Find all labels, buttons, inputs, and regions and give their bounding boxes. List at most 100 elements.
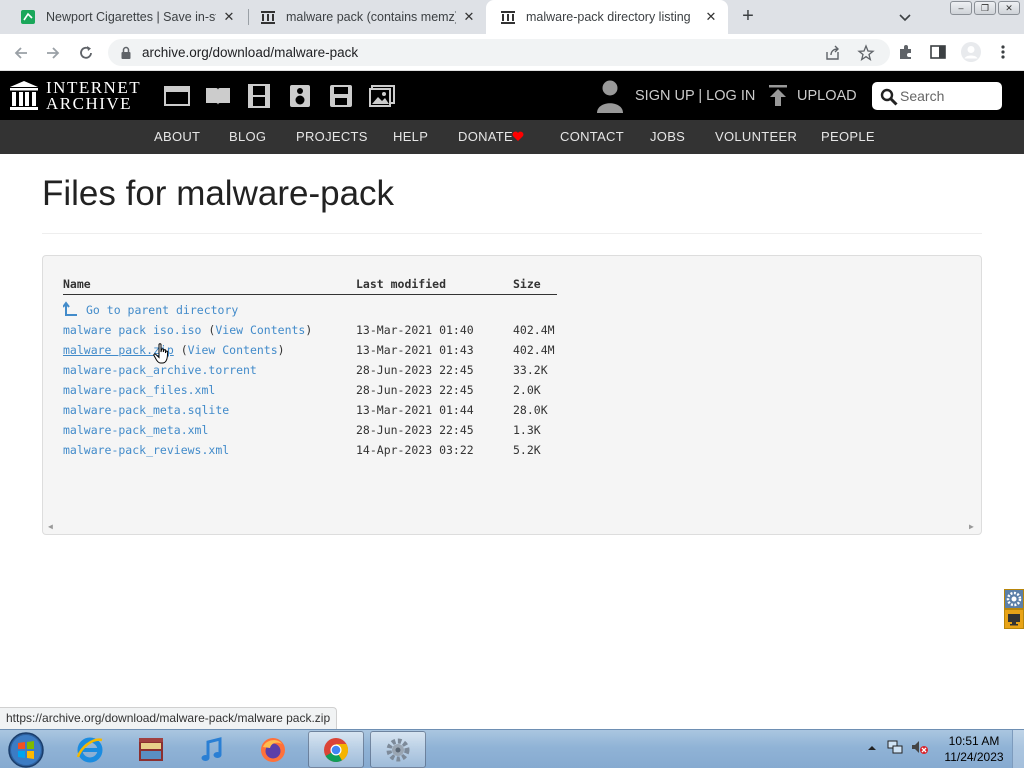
nav-about[interactable]: ABOUT [154,129,200,144]
ia-nav-bar: ABOUT BLOG PROJECTS HELP DONATE CONTACT … [0,120,1024,154]
monitor-widget-icon[interactable] [1004,609,1024,629]
nav-projects[interactable]: PROJECTS [296,129,368,144]
file-link[interactable]: malware-pack_reviews.xml [63,443,229,457]
internet-archive-favicon [500,9,516,25]
file-modified: 14-Apr-2023 03:22 [356,443,474,457]
view-contents-link[interactable]: View Contents [188,343,278,357]
bookmark-star-icon[interactable] [857,44,875,62]
lock-icon[interactable] [120,46,132,65]
new-tab-button[interactable]: + [738,5,758,27]
heart-icon [512,130,524,145]
menu-kebab-icon[interactable] [994,43,1012,61]
minimize-button[interactable]: – [950,1,972,15]
upload-link[interactable]: UPLOAD [797,88,857,104]
gear-app-icon[interactable] [370,731,426,768]
tab-title: Newport Cigarettes | Save in-sto [46,10,216,24]
user-icon[interactable] [596,79,624,118]
tab-directory-listing[interactable]: malware-pack directory listing ✕ [486,0,728,34]
file-link[interactable]: malware-pack_meta.xml [63,423,208,437]
nav-jobs[interactable]: JOBS [650,129,685,144]
table-row: malware-pack_archive.torrent 28-Jun-2023… [43,363,981,383]
tab-search-chevron-icon[interactable] [896,8,914,26]
audio-icon[interactable] [286,83,314,109]
upload-icon[interactable] [768,84,788,113]
file-size: 28.0K [513,403,548,417]
texts-icon[interactable] [204,83,232,109]
file-link[interactable]: malware-pack_files.xml [63,383,215,397]
tab-title: malware-pack directory listing [526,10,691,24]
tab-title: malware pack (contains memz) : [286,10,456,24]
firefox-icon[interactable] [245,731,301,768]
nav-donate[interactable]: DONATE [458,129,513,144]
close-tab-icon[interactable]: ✕ [220,9,238,25]
internet-explorer-icon[interactable] [62,731,118,768]
settings-widget-icon[interactable] [1004,589,1024,609]
up-arrow-icon[interactable] [62,301,79,320]
link-status-bar: https://archive.org/download/malware-pac… [0,707,338,729]
nav-blog[interactable]: BLOG [229,129,266,144]
volume-muted-icon[interactable] [910,738,930,761]
network-icon[interactable] [886,738,904,761]
file-size: 402.4M [513,343,555,357]
browser-tab-strip: Newport Cigarettes | Save in-sto ✕ malwa… [0,0,1024,34]
header-size[interactable]: Size [513,277,541,291]
restore-button[interactable]: ❐ [974,1,996,15]
ia-search-box [872,82,1002,110]
nav-people[interactable]: PEOPLE [821,129,875,144]
address-bar[interactable]: archive.org/download/malware-pack [108,39,890,66]
search-icon[interactable] [880,88,898,111]
chrome-icon[interactable] [308,731,364,768]
header-name[interactable]: Name [63,277,91,291]
parent-directory-link[interactable]: Go to parent directory [86,303,238,317]
nav-contact[interactable]: CONTACT [560,129,624,144]
show-hidden-icons-icon[interactable] [866,741,878,759]
file-size: 2.0K [513,383,541,397]
internet-archive-logo[interactable]: INTERNET ARCHIVE [10,79,141,113]
start-button[interactable] [6,731,46,768]
video-icon[interactable] [245,83,273,109]
back-button[interactable] [10,42,32,64]
close-tab-icon[interactable]: ✕ [702,9,720,25]
table-row: malware-pack_meta.xml 28-Jun-2023 22:45 … [43,423,981,443]
web-icon[interactable] [163,83,191,109]
extensions-puzzle-icon[interactable] [897,43,915,61]
profile-avatar[interactable] [960,41,982,63]
logo-line-archive: ARCHIVE [46,94,133,113]
software-icon[interactable] [327,83,355,109]
media-center-icon[interactable] [123,731,179,768]
signup-login-link[interactable]: SIGN UP | LOG IN [635,88,755,104]
close-tab-icon[interactable]: ✕ [460,9,478,25]
nav-help[interactable]: HELP [393,129,428,144]
search-input[interactable] [900,86,996,106]
reload-button[interactable] [75,42,97,64]
url-text[interactable]: archive.org/download/malware-pack [142,45,358,60]
logo-text: INTERNET ARCHIVE [46,79,141,113]
file-modified: 13-Mar-2021 01:40 [356,323,474,337]
side-panel-icon[interactable] [929,43,947,61]
file-modified: 28-Jun-2023 22:45 [356,383,474,397]
show-desktop-button[interactable] [1012,730,1024,768]
taskbar-clock[interactable]: 10:51 AM 11/24/2023 [938,733,1010,765]
scroll-right-arrow-icon[interactable]: ▶ [969,522,974,531]
parent-directory-row: Go to parent directory [43,301,981,321]
view-contents-link[interactable]: View Contents [215,323,305,337]
scroll-left-arrow-icon[interactable]: ◀ [48,522,53,531]
file-link[interactable]: malware-pack_meta.sqlite [63,403,229,417]
clock-date: 11/24/2023 [944,750,1004,764]
forward-button[interactable] [42,42,64,64]
close-window-button[interactable]: ✕ [998,1,1020,15]
file-size: 5.2K [513,443,541,457]
table-row: malware-pack_files.xml 28-Jun-2023 22:45… [43,383,981,403]
clock-time: 10:51 AM [948,734,1000,748]
file-link[interactable]: malware pack iso.iso [63,323,201,337]
itunes-icon[interactable] [184,731,240,768]
directory-listing: Name Last modified Size Go to parent dir… [42,255,982,535]
nav-volunteer[interactable]: VOLUNTEER [715,129,797,144]
header-last-modified[interactable]: Last modified [356,277,446,291]
share-icon[interactable] [824,44,842,62]
images-icon[interactable] [368,83,396,109]
tab-newport[interactable]: Newport Cigarettes | Save in-sto ✕ [6,0,246,34]
file-modified: 13-Mar-2021 01:44 [356,403,474,417]
tab-malware-pack-details[interactable]: malware pack (contains memz) : ✕ [246,0,486,34]
header-divider [63,294,557,295]
